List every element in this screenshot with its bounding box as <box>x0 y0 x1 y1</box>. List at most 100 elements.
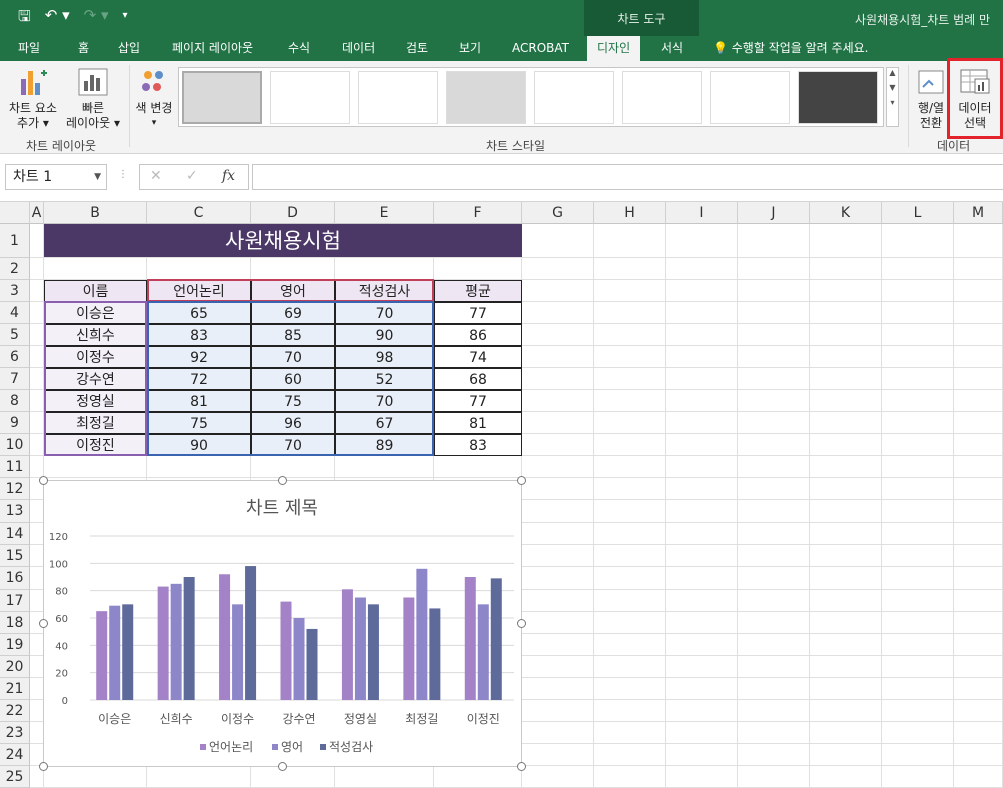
column-header-G[interactable]: G <box>522 202 594 224</box>
resize-handle[interactable] <box>39 762 48 771</box>
cell[interactable] <box>666 722 738 744</box>
column-header-J[interactable]: J <box>738 202 810 224</box>
resize-handle[interactable] <box>39 476 48 485</box>
cell[interactable] <box>882 700 954 722</box>
select-all-corner[interactable] <box>0 202 30 224</box>
cell[interactable] <box>522 545 594 567</box>
cell[interactable] <box>882 280 954 302</box>
cell[interactable] <box>810 258 882 280</box>
resize-handle[interactable] <box>517 619 526 628</box>
cell[interactable] <box>810 744 882 766</box>
cell[interactable] <box>810 324 882 346</box>
cell[interactable] <box>810 500 882 523</box>
table-cell[interactable]: 81 <box>434 412 522 434</box>
cell[interactable] <box>738 722 810 744</box>
cell[interactable] <box>594 258 666 280</box>
resize-handle[interactable] <box>517 476 526 485</box>
cell[interactable] <box>882 523 954 545</box>
cell[interactable] <box>594 700 666 722</box>
cell[interactable] <box>594 722 666 744</box>
cell[interactable] <box>666 567 738 590</box>
cell[interactable] <box>30 500 44 523</box>
table-cell[interactable]: 74 <box>434 346 522 368</box>
table-header-cell[interactable]: 평균 <box>434 280 522 302</box>
row-header-18[interactable]: 18 <box>0 612 30 634</box>
cell[interactable] <box>30 324 44 346</box>
cell[interactable] <box>594 346 666 368</box>
resize-handle[interactable] <box>278 762 287 771</box>
chart-style-2[interactable] <box>270 71 350 124</box>
cell[interactable] <box>810 722 882 744</box>
cell[interactable] <box>738 456 810 478</box>
cell[interactable] <box>882 390 954 412</box>
cell[interactable] <box>954 302 1003 324</box>
tab-design[interactable]: 디자인 <box>587 36 641 61</box>
cell[interactable] <box>594 545 666 567</box>
cell[interactable] <box>738 500 810 523</box>
cell[interactable] <box>666 390 738 412</box>
formula-input[interactable] <box>252 164 1003 190</box>
cell[interactable] <box>810 456 882 478</box>
cell[interactable] <box>810 523 882 545</box>
cell[interactable] <box>738 302 810 324</box>
cell[interactable] <box>594 744 666 766</box>
cell[interactable] <box>30 722 44 744</box>
row-header-17[interactable]: 17 <box>0 590 30 612</box>
column-header-M[interactable]: M <box>954 202 1003 224</box>
column-header-L[interactable]: L <box>882 202 954 224</box>
cancel-icon[interactable]: ✕ <box>150 168 162 184</box>
cell[interactable] <box>882 412 954 434</box>
cell[interactable] <box>522 412 594 434</box>
cell[interactable] <box>594 302 666 324</box>
cell[interactable] <box>30 346 44 368</box>
tab-view[interactable]: 보기 <box>459 36 481 61</box>
row-header-11[interactable]: 11 <box>0 456 30 478</box>
column-header-E[interactable]: E <box>335 202 434 224</box>
tell-me-search[interactable]: 💡 수행할 작업을 알려 주세요. <box>713 36 868 61</box>
cell[interactable] <box>810 545 882 567</box>
cell[interactable] <box>882 678 954 700</box>
cell[interactable] <box>666 634 738 656</box>
cell[interactable] <box>522 567 594 590</box>
cell[interactable] <box>738 258 810 280</box>
row-header-15[interactable]: 15 <box>0 545 30 567</box>
row-header-7[interactable]: 7 <box>0 368 30 390</box>
cell[interactable] <box>810 346 882 368</box>
cell[interactable] <box>954 324 1003 346</box>
chart-object[interactable]: 차트 제목 0 20 40 60 80 100 120 이승은 신희수 이정수 강수연 정영실 최정길 이정… <box>39 476 526 771</box>
cell[interactable] <box>954 500 1003 523</box>
cell[interactable] <box>738 766 810 788</box>
table-cell[interactable]: 77 <box>434 390 522 412</box>
tab-acrobat[interactable]: ACROBAT <box>512 36 569 61</box>
cell[interactable] <box>666 590 738 612</box>
name-box[interactable]: 차트 1 ▼ <box>5 164 107 190</box>
row-header-5[interactable]: 5 <box>0 324 30 346</box>
tab-formulas[interactable]: 수식 <box>288 36 310 61</box>
cell[interactable] <box>882 500 954 523</box>
cell[interactable] <box>522 302 594 324</box>
cell[interactable] <box>954 722 1003 744</box>
cell[interactable] <box>522 634 594 656</box>
cell[interactable] <box>522 766 594 788</box>
enter-icon[interactable]: ✓ <box>186 168 198 184</box>
cell[interactable] <box>738 744 810 766</box>
cell[interactable] <box>738 634 810 656</box>
chart-style-6[interactable] <box>622 71 702 124</box>
resize-handle[interactable] <box>278 476 287 485</box>
table-cell[interactable]: 86 <box>434 324 522 346</box>
cell[interactable] <box>594 500 666 523</box>
cell[interactable] <box>882 634 954 656</box>
cell[interactable] <box>810 390 882 412</box>
sheet-title[interactable]: 사원채용시험 <box>44 224 522 258</box>
cell[interactable] <box>594 434 666 456</box>
cell[interactable] <box>882 545 954 567</box>
gallery-down-icon[interactable]: ▼ <box>887 83 898 92</box>
cell[interactable] <box>666 412 738 434</box>
cell[interactable] <box>30 634 44 656</box>
cell[interactable] <box>882 258 954 280</box>
cell[interactable] <box>522 368 594 390</box>
cell[interactable] <box>666 302 738 324</box>
column-header-A[interactable]: A <box>30 202 44 224</box>
cell[interactable] <box>30 678 44 700</box>
cell[interactable] <box>738 545 810 567</box>
